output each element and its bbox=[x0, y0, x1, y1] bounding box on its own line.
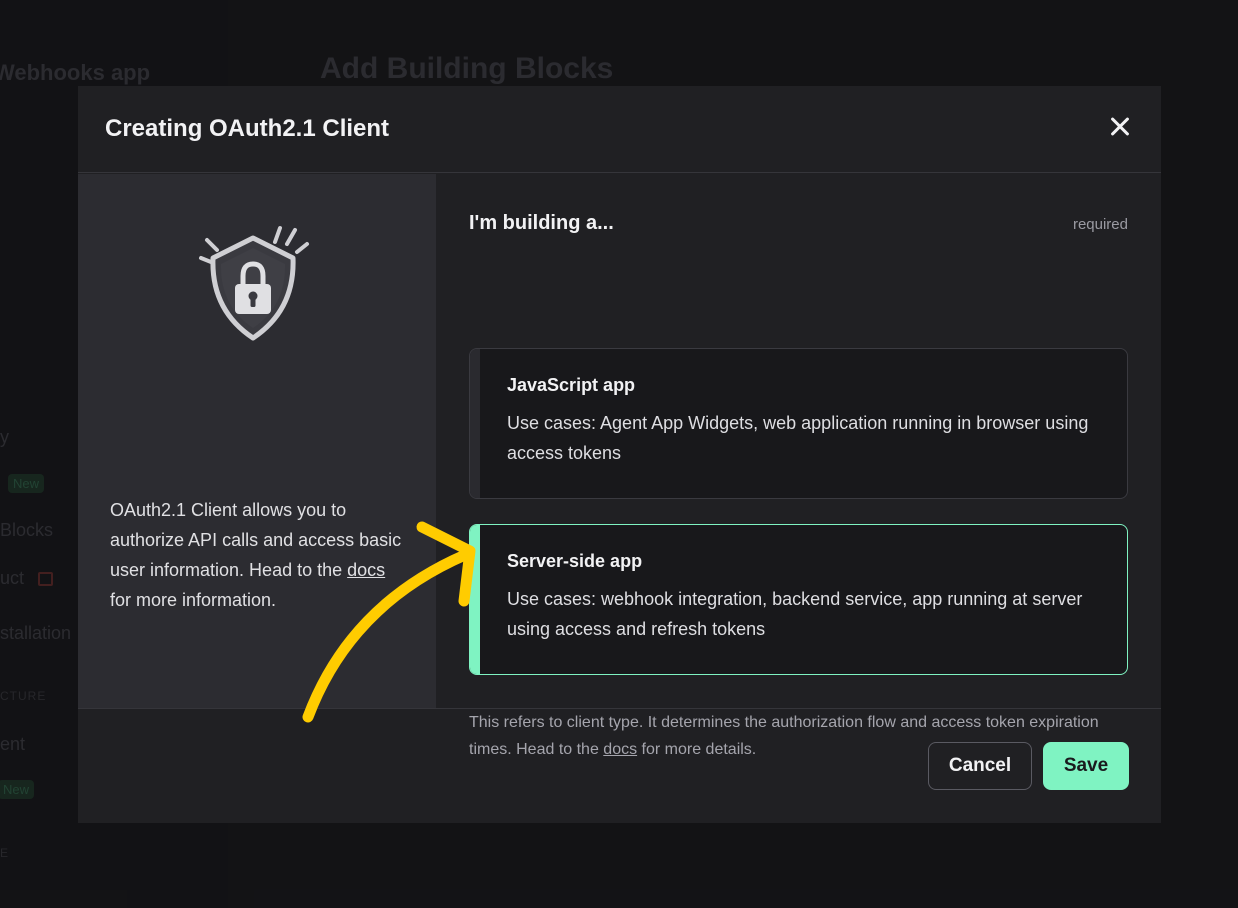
client-type-label: I'm building a... bbox=[469, 212, 614, 234]
option-server-side-app[interactable]: Server-side app Use cases: webhook integ… bbox=[469, 524, 1128, 675]
oauth-client-modal: Creating OAuth2.1 Client OAuth2.1 Client… bbox=[78, 86, 1161, 823]
cancel-button[interactable]: Cancel bbox=[928, 742, 1032, 790]
client-type-panel: I'm building a... required JavaScript ap… bbox=[436, 174, 1161, 758]
modal-title: Creating OAuth2.1 Client bbox=[105, 115, 390, 142]
info-text-end: for more information. bbox=[110, 590, 277, 610]
option-javascript-app[interactable]: JavaScript app Use cases: Agent App Widg… bbox=[469, 348, 1128, 499]
option-description: Use cases: Agent App Widgets, web applic… bbox=[507, 413, 1089, 463]
required-indicator: required bbox=[1072, 216, 1128, 233]
modal-header: Creating OAuth2.1 Client bbox=[78, 86, 1161, 173]
save-button[interactable]: Save bbox=[1043, 742, 1129, 790]
option-description: Use cases: webhook integration, backend … bbox=[507, 589, 1083, 639]
option-title: Server-side app bbox=[507, 551, 643, 571]
shield-lock-icon bbox=[199, 226, 309, 341]
close-icon[interactable] bbox=[1105, 112, 1135, 142]
annotation-arrow-icon bbox=[302, 521, 476, 723]
option-title: JavaScript app bbox=[507, 375, 636, 395]
option-accent-bar bbox=[470, 349, 480, 498]
modal-footer: Cancel Save bbox=[78, 708, 1161, 823]
